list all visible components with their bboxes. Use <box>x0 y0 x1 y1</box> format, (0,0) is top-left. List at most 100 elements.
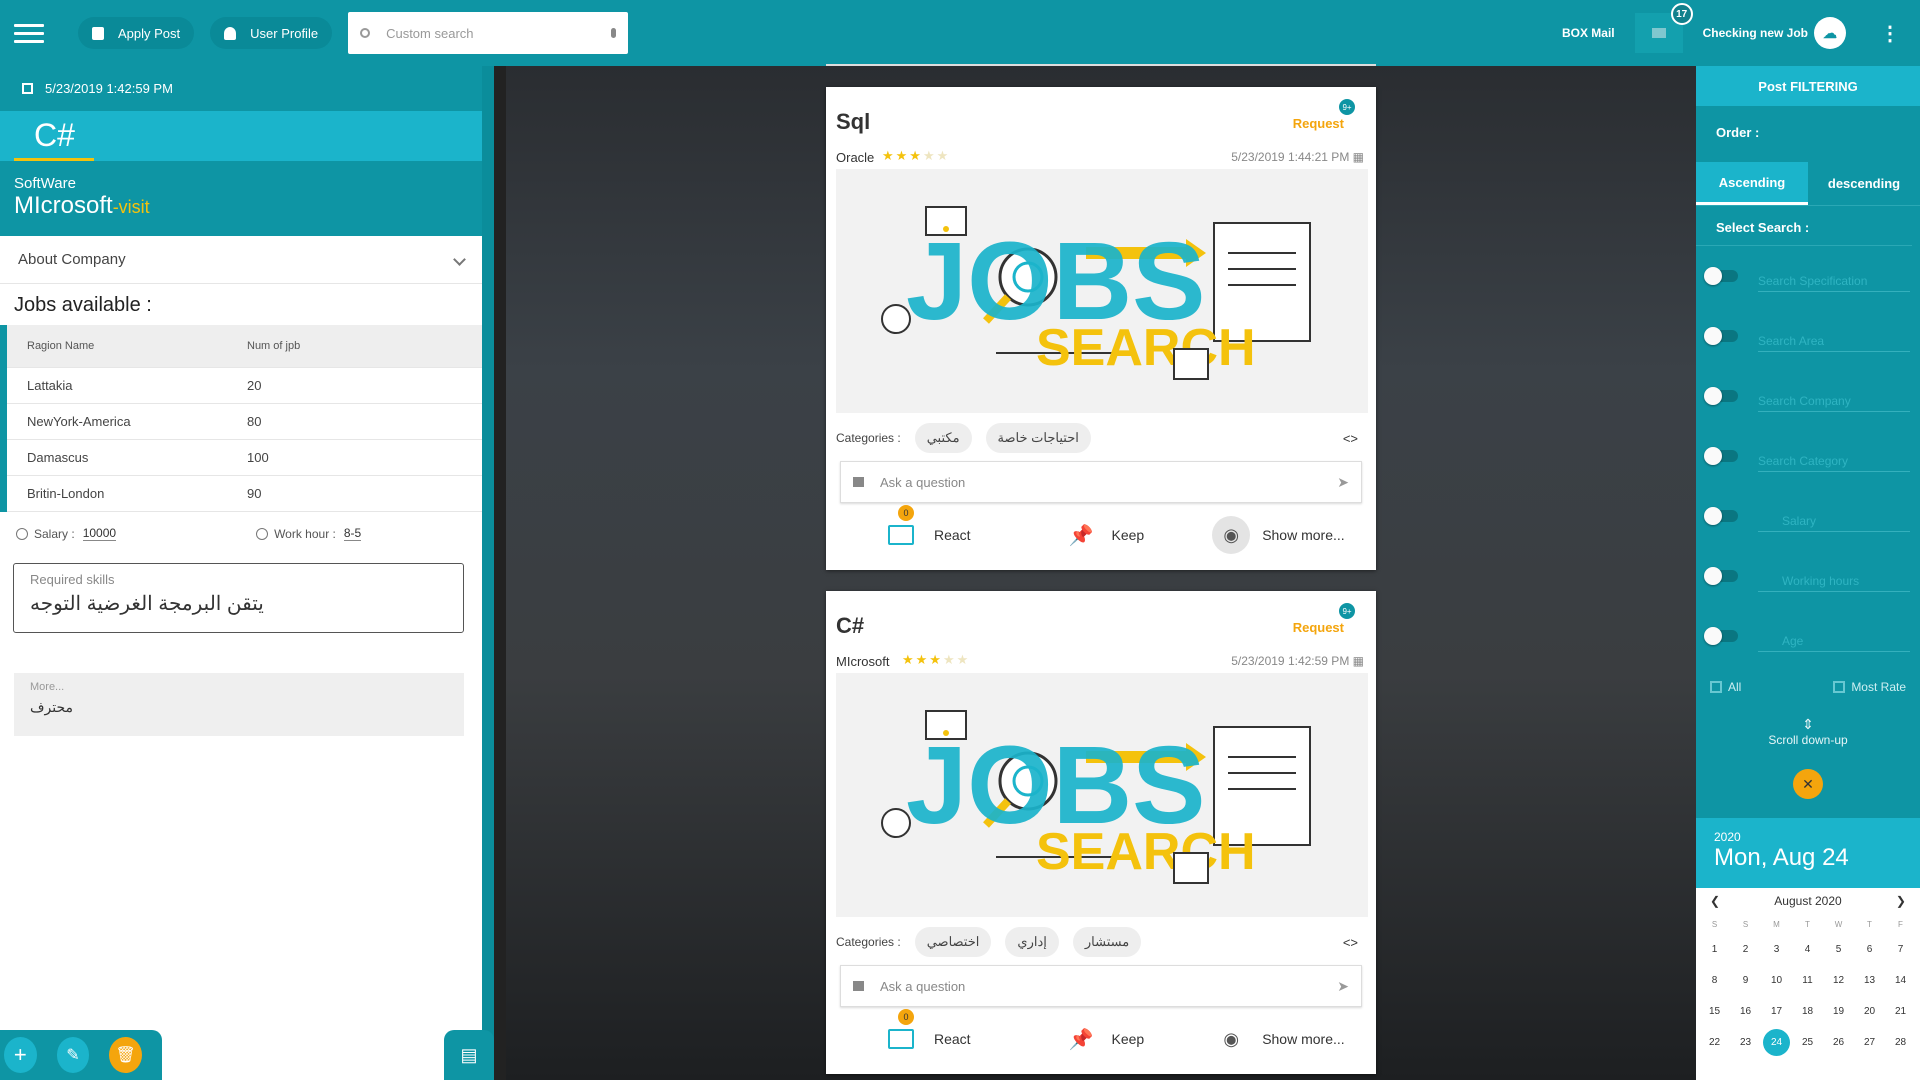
language-tab[interactable]: C# <box>0 111 482 161</box>
calendar-day[interactable]: 2 <box>1730 934 1761 965</box>
microphone-icon[interactable] <box>611 28 617 38</box>
mail-button[interactable]: 17 <box>1634 3 1693 53</box>
most-rate-checkbox[interactable]: Most Rate <box>1833 680 1906 694</box>
calendar-day[interactable]: 6 <box>1854 934 1885 965</box>
calendar-day[interactable]: 4 <box>1792 934 1823 965</box>
menu-icon[interactable] <box>14 19 44 48</box>
filter-select[interactable]: Search Category <box>1758 454 1910 472</box>
calendar-day[interactable]: 5 <box>1823 934 1854 965</box>
calendar-day[interactable]: 3 <box>1761 934 1792 965</box>
calendar-day[interactable]: 14 <box>1885 965 1916 996</box>
document-button[interactable]: ▤ <box>444 1030 494 1080</box>
about-company-expander[interactable]: About Company <box>0 236 482 284</box>
table-row[interactable]: Damascus 100 <box>7 440 482 476</box>
code-icon[interactable]: <> <box>1343 935 1358 950</box>
search-input[interactable]: Custom search <box>348 12 629 54</box>
category-chip[interactable]: احتياجات خاصة <box>985 423 1091 453</box>
calendar-day[interactable]: 7 <box>1885 934 1916 965</box>
search-icon <box>360 28 371 38</box>
calendar-day[interactable]: 8 <box>1699 965 1730 996</box>
calendar-grid: S S M T W T F 1 2 3 4 5 6 7 8 9 10 11 12 13 14 15 16 17 1… <box>1696 914 1920 1058</box>
close-button[interactable]: ✕ <box>1793 769 1823 799</box>
calendar-day[interactable]: 26 <box>1823 1027 1854 1058</box>
edit-button[interactable]: ✎ <box>56 1037 90 1073</box>
scroll-toggle[interactable]: ⇕ Scroll down-up <box>1696 716 1920 747</box>
calendar-day[interactable]: 11 <box>1792 965 1823 996</box>
code-icon[interactable]: <> <box>1343 431 1358 446</box>
table-row[interactable]: Britin-London 90 <box>7 476 482 512</box>
filter-toggle[interactable] <box>1704 327 1738 345</box>
calendar-day[interactable]: 23 <box>1730 1027 1761 1058</box>
delete-button[interactable]: 🗑 <box>109 1037 143 1073</box>
show-more-label: Show more... <box>1262 527 1345 543</box>
calendar-day[interactable]: 19 <box>1823 996 1854 1027</box>
react-button[interactable]: 0 React <box>888 1009 971 1049</box>
descending-button[interactable]: descending <box>1808 162 1920 205</box>
rating-stars[interactable]: ★★★★★ <box>902 652 970 668</box>
calendar-day[interactable]: 13 <box>1854 965 1885 996</box>
ascending-button[interactable]: Ascending <box>1696 162 1808 205</box>
category-chip[interactable]: مكتبي <box>914 423 972 453</box>
cloud-upload-icon[interactable]: ☁ <box>1814 17 1846 49</box>
all-checkbox[interactable]: All <box>1710 680 1741 694</box>
calendar-day[interactable]: 22 <box>1699 1027 1730 1058</box>
category-chip[interactable]: إداري <box>1005 927 1059 957</box>
visit-link[interactable]: -visit <box>113 197 150 217</box>
request-link[interactable]: Request <box>1293 116 1344 131</box>
keep-button[interactable]: 📌 Keep <box>1069 1027 1145 1052</box>
send-icon[interactable]: ➤ <box>1337 474 1349 491</box>
react-button[interactable]: 0 React <box>888 505 971 545</box>
filter-toggle[interactable] <box>1704 267 1738 285</box>
calendar-day[interactable]: 12 <box>1823 965 1854 996</box>
filter-toggle[interactable] <box>1704 567 1738 585</box>
calendar-day[interactable]: 15 <box>1699 996 1730 1027</box>
filter-toggle[interactable] <box>1704 387 1738 405</box>
filter-toggle[interactable] <box>1704 507 1738 525</box>
keep-button[interactable]: 📌 Keep <box>1069 523 1145 548</box>
filter-toggle[interactable] <box>1704 447 1738 465</box>
filter-input[interactable]: Salary <box>1758 514 1910 532</box>
weekday-label: S <box>1711 919 1718 929</box>
show-more-button[interactable]: ◉ Show more... <box>1212 516 1345 554</box>
rating-stars[interactable]: ★★★★★ <box>882 148 950 164</box>
ask-question-input[interactable]: Ask a question ➤ <box>840 461 1362 503</box>
briefcase-icon: 0 <box>888 1009 914 1049</box>
request-link[interactable]: Request <box>1293 620 1344 635</box>
apply-post-button[interactable]: Apply Post <box>78 17 195 49</box>
more-vert-icon[interactable]: ⋮ <box>1880 21 1900 46</box>
user-profile-button[interactable]: User Profile <box>210 17 333 49</box>
weekday-label: F <box>1898 919 1903 929</box>
calendar-day[interactable]: 27 <box>1854 1027 1885 1058</box>
calendar-day[interactable]: 20 <box>1854 996 1885 1027</box>
calendar-day[interactable]: 28 <box>1885 1027 1916 1058</box>
calendar-day[interactable]: 18 <box>1792 996 1823 1027</box>
filter-toggle[interactable] <box>1704 627 1738 645</box>
filter-select[interactable]: Search Company <box>1758 394 1910 412</box>
calendar-day[interactable]: 16 <box>1730 996 1761 1027</box>
send-icon[interactable]: ➤ <box>1337 978 1349 995</box>
category-chip[interactable]: مستشار <box>1072 927 1142 957</box>
calendar-year[interactable]: 2020 <box>1714 830 1902 844</box>
calendar-day[interactable]: 10 <box>1761 965 1792 996</box>
filter-select[interactable]: Search Specification <box>1758 274 1910 292</box>
more-field[interactable]: More... محترف <box>14 673 464 736</box>
add-button[interactable]: + <box>4 1037 37 1073</box>
chevron-left-icon[interactable]: ❮ <box>1710 894 1720 908</box>
ask-question-input[interactable]: Ask a question ➤ <box>840 965 1362 1007</box>
filter-input[interactable]: Age <box>1758 634 1910 652</box>
calendar-day[interactable]: 24 <box>1763 1029 1790 1056</box>
category-chip[interactable]: اختصاصي <box>914 927 992 957</box>
chevron-right-icon[interactable]: ❯ <box>1896 894 1906 908</box>
filter-input[interactable]: Working hours <box>1758 574 1910 592</box>
filter-select[interactable]: Search Area <box>1758 334 1910 352</box>
show-more-button[interactable]: ◉ Show more... <box>1212 1020 1344 1058</box>
count-cell: 20 <box>247 378 262 393</box>
calendar-day[interactable]: 21 <box>1885 996 1916 1027</box>
table-row[interactable]: Lattakia 20 <box>7 368 482 404</box>
calendar-day[interactable]: 9 <box>1730 965 1761 996</box>
calendar-day[interactable]: 17 <box>1761 996 1792 1027</box>
calendar-day[interactable]: 1 <box>1699 934 1730 965</box>
required-skills-field[interactable]: Required skills يتقن البرمجة الغرضية الت… <box>13 563 464 633</box>
calendar-day[interactable]: 25 <box>1792 1027 1823 1058</box>
table-row[interactable]: NewYork-America 80 <box>7 404 482 440</box>
